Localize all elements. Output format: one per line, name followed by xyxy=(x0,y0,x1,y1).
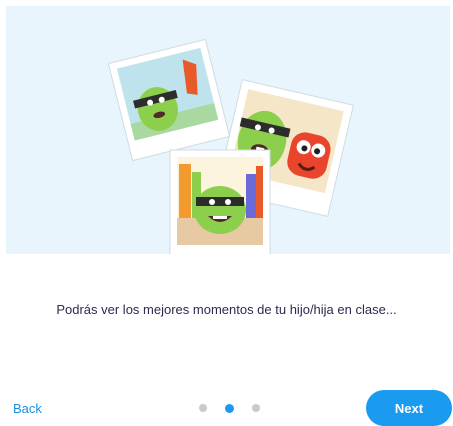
page-dot-1[interactable] xyxy=(199,404,207,412)
next-button[interactable]: Next xyxy=(366,390,452,426)
classroom-photos-illustration xyxy=(107,38,354,254)
page-indicator xyxy=(199,403,260,413)
photo-ninja-monster xyxy=(107,38,231,162)
photo-smiling-monster xyxy=(169,149,271,254)
onboarding-caption: Podrás ver los mejores momentos de tu hi… xyxy=(56,302,397,317)
back-button[interactable]: Back xyxy=(13,401,42,416)
page-dot-2-active[interactable] xyxy=(225,403,234,413)
onboarding-illustration xyxy=(6,6,450,254)
page-dot-3[interactable] xyxy=(252,404,260,412)
